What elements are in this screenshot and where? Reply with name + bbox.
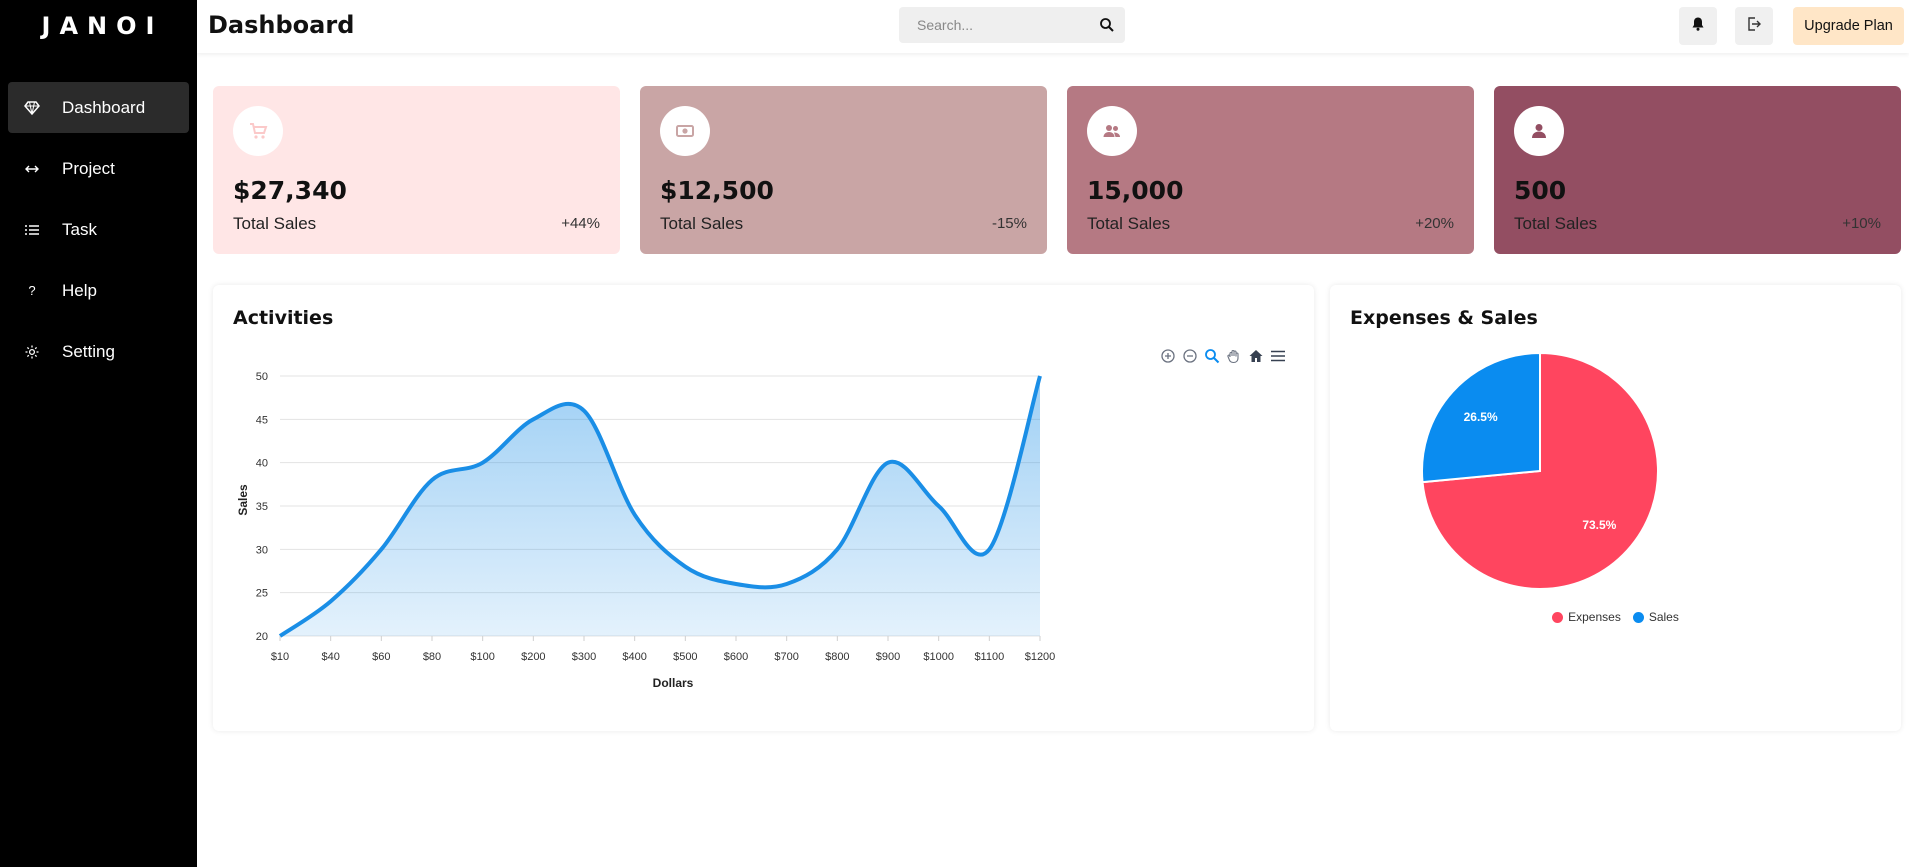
sidebar-item-setting[interactable]: Setting xyxy=(8,326,189,377)
stat-change: -15% xyxy=(991,215,1027,232)
stat-value: $27,340 xyxy=(233,176,347,205)
sidebar-nav: Dashboard Project Task ? Help Setting xyxy=(0,82,197,377)
sidebar-item-label: Dashboard xyxy=(62,97,146,117)
x-tick-label: $80 xyxy=(423,651,441,663)
pie-legend: Expenses Sales xyxy=(1330,610,1901,624)
activities-panel: Activities 20 25 30 35 40 45 50 $10 $40 $60 $80 $1… xyxy=(213,285,1314,731)
x-tick-label: $40 xyxy=(321,651,339,663)
stat-label: Total Sales xyxy=(1087,214,1171,233)
y-tick-label: 25 xyxy=(256,588,268,600)
stat-label: Total Sales xyxy=(233,214,317,233)
stat-label: Total Sales xyxy=(660,214,744,233)
x-tick-label: $700 xyxy=(774,651,798,663)
y-tick-label: 35 xyxy=(256,501,268,513)
app-logo: JANOI xyxy=(41,12,164,40)
bell-icon xyxy=(1690,16,1706,37)
stat-card-sales: $27,340 Total Sales +44% xyxy=(213,86,620,254)
x-tick-label: $10 xyxy=(271,651,289,663)
logout-icon xyxy=(1746,16,1762,37)
user-icon xyxy=(1514,106,1564,156)
sidebar-item-label: Project xyxy=(62,158,115,178)
x-tick-label: $400 xyxy=(622,651,646,663)
users-icon xyxy=(1087,106,1137,156)
diamond-icon xyxy=(22,98,42,118)
question-icon: ? xyxy=(28,283,36,298)
x-tick-label: $1000 xyxy=(923,651,954,663)
legend-dot xyxy=(1552,611,1564,623)
x-tick-label: $60 xyxy=(372,651,390,663)
search-input[interactable] xyxy=(917,17,1099,33)
x-tick-label: $100 xyxy=(470,651,494,663)
code-arrows-icon xyxy=(22,159,42,179)
x-tick-label: $800 xyxy=(825,651,849,663)
x-tick-label: $300 xyxy=(572,651,596,663)
sidebar-item-task[interactable]: Task xyxy=(8,204,189,255)
sidebar-item-label: Setting xyxy=(62,341,115,361)
x-axis-title: Dollars xyxy=(653,676,694,690)
x-tick-label: $600 xyxy=(724,651,748,663)
y-tick-label: 30 xyxy=(256,544,268,556)
sidebar-item-label: Task xyxy=(62,219,97,239)
stat-change: +10% xyxy=(1842,215,1881,232)
pie-data-label: 26.5% xyxy=(1464,410,1498,424)
upgrade-plan-button[interactable]: Upgrade Plan xyxy=(1793,7,1904,45)
sidebar-item-label: Help xyxy=(62,280,97,300)
stat-change: +44% xyxy=(561,215,600,232)
search-icon[interactable] xyxy=(1099,17,1115,33)
stat-value: 500 xyxy=(1514,176,1567,205)
x-tick-label: $1200 xyxy=(1025,651,1056,663)
search-box xyxy=(899,7,1125,43)
stat-card-user: 500 Total Sales +10% xyxy=(1494,86,1901,254)
page-title: Dashboard xyxy=(208,11,355,39)
legend-label: Expenses xyxy=(1568,610,1621,624)
activities-area-chart: 20 25 30 35 40 45 50 $10 $40 $60 $80 $100 $200 $300 $… xyxy=(236,371,1056,690)
x-tick-label: $1100 xyxy=(974,651,1004,663)
legend-item-expenses[interactable]: Expenses xyxy=(1552,610,1621,624)
sidebar-item-dashboard[interactable]: Dashboard xyxy=(8,82,189,133)
money-icon xyxy=(660,106,710,156)
sidebar: JANOI Dashboard Project Task ? Help Sett… xyxy=(0,0,197,867)
x-tick-label: $200 xyxy=(521,651,545,663)
sidebar-item-help[interactable]: ? Help xyxy=(8,265,189,316)
sidebar-item-project[interactable]: Project xyxy=(8,143,189,194)
gear-icon xyxy=(22,342,42,362)
stat-change: +20% xyxy=(1415,215,1454,232)
y-tick-label: 20 xyxy=(256,631,268,643)
y-axis-title: Sales xyxy=(236,484,250,516)
stat-card-revenue: $12,500 Total Sales -15% xyxy=(640,86,1047,254)
expenses-pie-chart: 73.5% 26.5% xyxy=(1421,351,1659,590)
legend-label: Sales xyxy=(1648,610,1679,624)
y-tick-label: 40 xyxy=(256,458,268,470)
stat-value: 15,000 xyxy=(1087,176,1184,205)
pie-data-label: 73.5% xyxy=(1582,518,1616,532)
x-tick-label: $500 xyxy=(673,651,697,663)
cart-icon xyxy=(233,106,283,156)
list-icon xyxy=(22,220,42,240)
stat-label: Total Sales xyxy=(1514,214,1598,233)
expenses-panel: Expenses & Sales 73.5% 26.5% Expenses Sal… xyxy=(1330,285,1901,731)
legend-item-sales[interactable]: Sales xyxy=(1632,610,1679,624)
legend-dot xyxy=(1632,611,1644,623)
stat-value: $12,500 xyxy=(660,176,774,205)
y-tick-label: 45 xyxy=(256,414,268,426)
stat-card-users: 15,000 Total Sales +20% xyxy=(1067,86,1474,254)
x-tick-label: $900 xyxy=(876,651,900,663)
logout-button[interactable] xyxy=(1735,7,1773,45)
top-header: Dashboard Upgrade Plan xyxy=(197,0,1909,53)
notifications-button[interactable] xyxy=(1679,7,1717,45)
y-tick-label: 50 xyxy=(256,371,268,383)
